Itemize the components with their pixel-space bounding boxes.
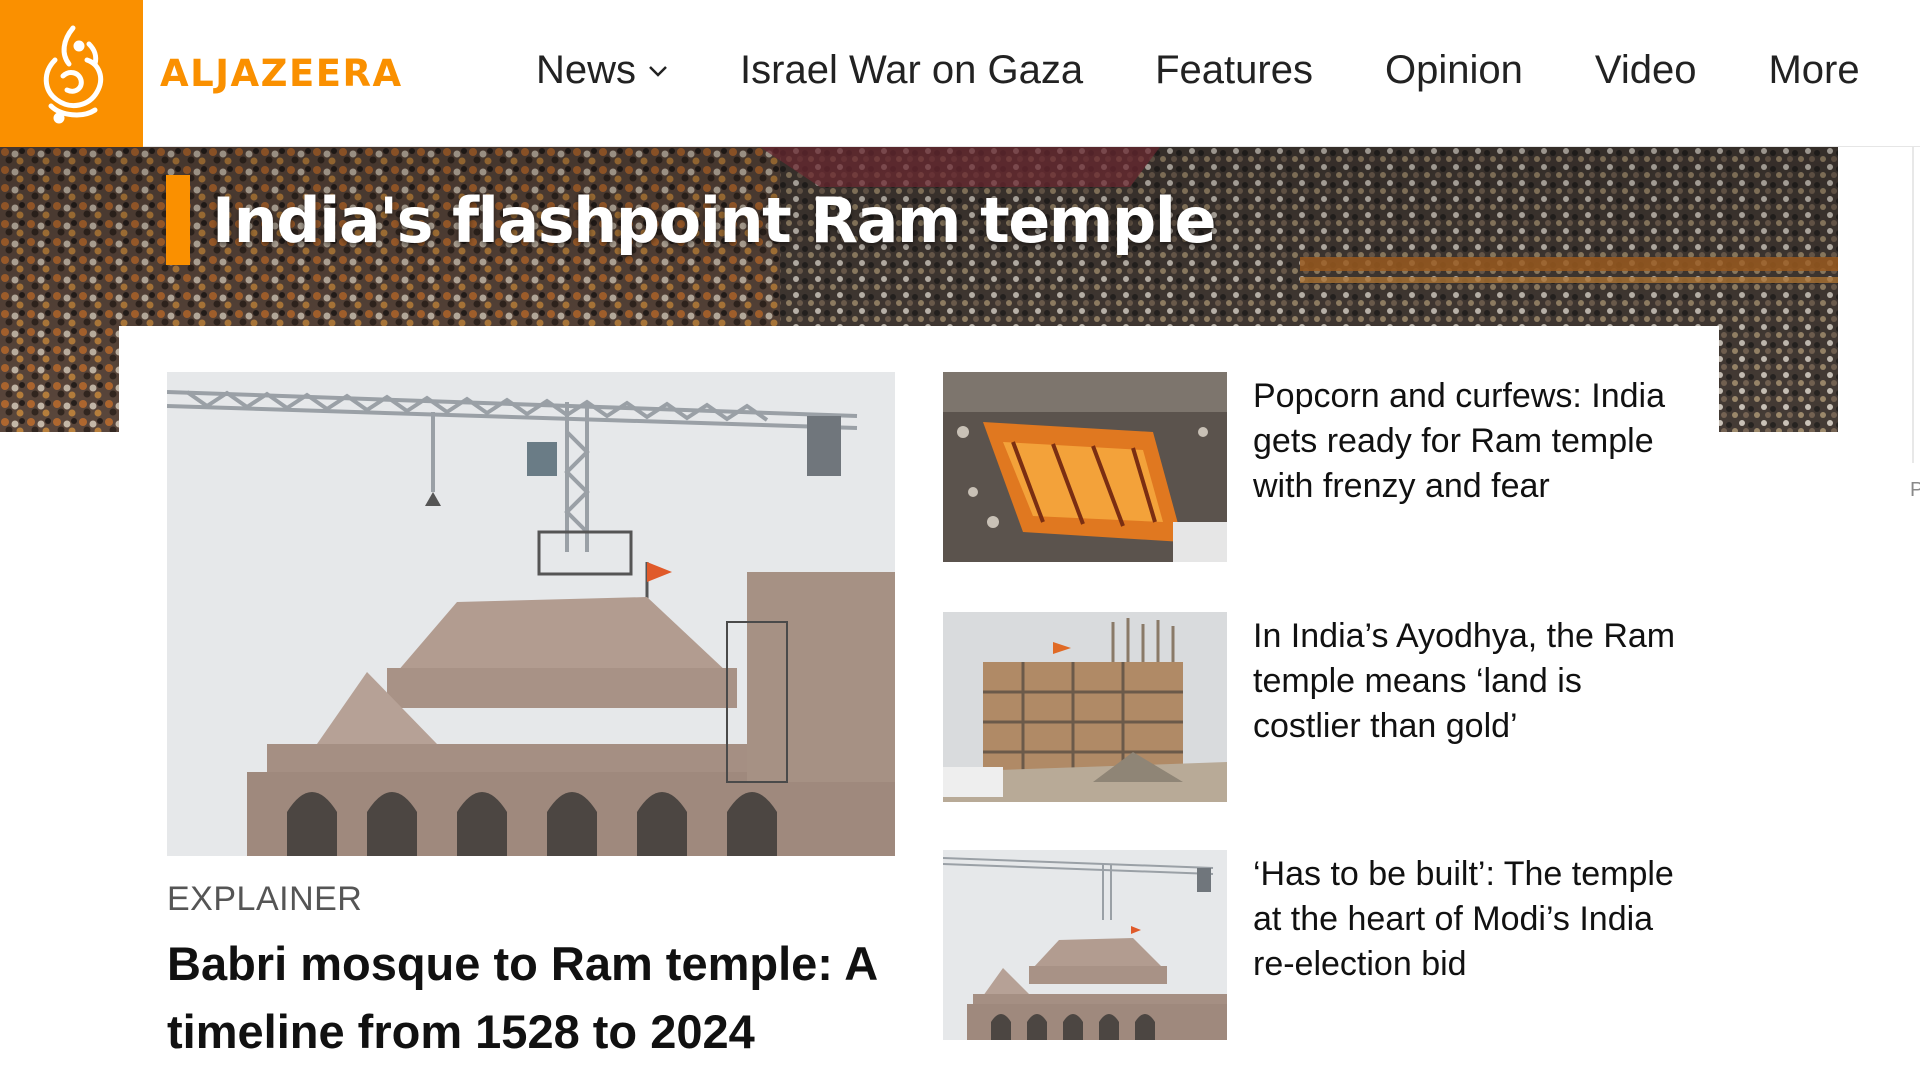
side-story-3[interactable]: ‘Has to be built’: The temple at the hea…: [943, 850, 1703, 1040]
brand-wordmark[interactable]: ALJAZEERA: [160, 52, 403, 95]
feature-image[interactable]: [167, 372, 895, 856]
nav-news-label: News: [536, 48, 637, 92]
side-story-1[interactable]: Popcorn and curfews: India gets ready fo…: [943, 372, 1703, 562]
crowd-float-photo: [943, 372, 1227, 562]
accent-bar: [166, 175, 190, 265]
main-nav: News Israel War on Gaza Features Opinion…: [536, 48, 1860, 93]
topic-card: EXPLAINER Babri mosque to Ram temple: A …: [119, 326, 1719, 1080]
story-headline[interactable]: ‘Has to be built’: The temple at the hea…: [1253, 852, 1693, 987]
temple-crane-photo: [943, 850, 1227, 1040]
side-story-2[interactable]: In India’s Ayodhya, the Ram temple means…: [943, 612, 1703, 802]
site-header: ALJAZEERA News Israel War on Gaza Featur…: [0, 0, 1920, 147]
story-thumbnail[interactable]: [943, 850, 1227, 1040]
nav-news[interactable]: News: [536, 48, 668, 93]
feature-headline[interactable]: Babri mosque to Ram temple: A timeline f…: [167, 930, 887, 1066]
story-thumbnail[interactable]: [943, 372, 1227, 562]
page-title[interactable]: India's flashpoint Ram temple: [212, 184, 1217, 257]
construction-photo: [943, 612, 1227, 802]
nav-opinion[interactable]: Opinion: [1385, 48, 1523, 93]
story-headline[interactable]: Popcorn and curfews: India gets ready fo…: [1253, 374, 1693, 509]
story-headline[interactable]: In India’s Ayodhya, the Ram temple means…: [1253, 614, 1693, 749]
nav-more[interactable]: More: [1768, 48, 1859, 93]
feature-kicker: EXPLAINER: [167, 880, 363, 918]
aljazeera-calligraphy-icon: [43, 25, 103, 123]
ad-label: P: [1910, 479, 1920, 501]
nav-features[interactable]: Features: [1155, 48, 1313, 93]
aljazeera-logo[interactable]: [0, 0, 143, 147]
story-thumbnail[interactable]: [943, 612, 1227, 802]
nav-video[interactable]: Video: [1595, 48, 1697, 93]
divider: [1912, 147, 1914, 463]
temple-construction-image: [167, 372, 895, 856]
chevron-down-icon: [648, 64, 668, 78]
hero-title-block: India's flashpoint Ram temple: [166, 175, 1217, 265]
right-rail: P: [1838, 147, 1920, 1080]
nav-israel-war-on-gaza[interactable]: Israel War on Gaza: [740, 48, 1083, 93]
